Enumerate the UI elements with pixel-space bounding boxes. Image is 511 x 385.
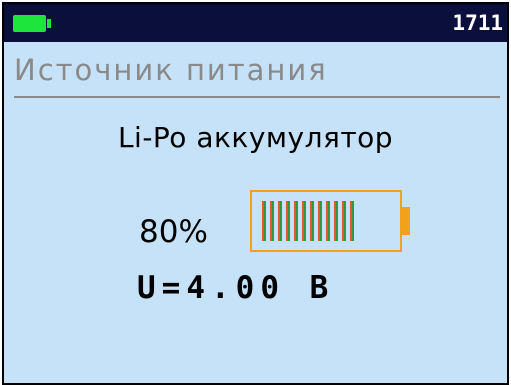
- title-divider: [14, 96, 500, 98]
- battery-gauge-terminal: [402, 207, 410, 235]
- battery-level-gauge: [250, 190, 410, 252]
- status-bar: 1711: [4, 4, 507, 42]
- power-source-type: Li-Po аккумулятор: [117, 121, 394, 154]
- page-title: Источник питания: [14, 53, 328, 87]
- battery-terminal: [47, 19, 51, 28]
- battery-full-icon: [13, 15, 51, 32]
- clock: 1711: [452, 11, 503, 35]
- charge-percent: 80%: [139, 214, 208, 250]
- device-screen: 1711 Источник питания Li-Po аккумулятор …: [2, 2, 509, 385]
- voltage-readout: U=4.00 В: [137, 270, 335, 306]
- battery-level-fill: [262, 201, 354, 241]
